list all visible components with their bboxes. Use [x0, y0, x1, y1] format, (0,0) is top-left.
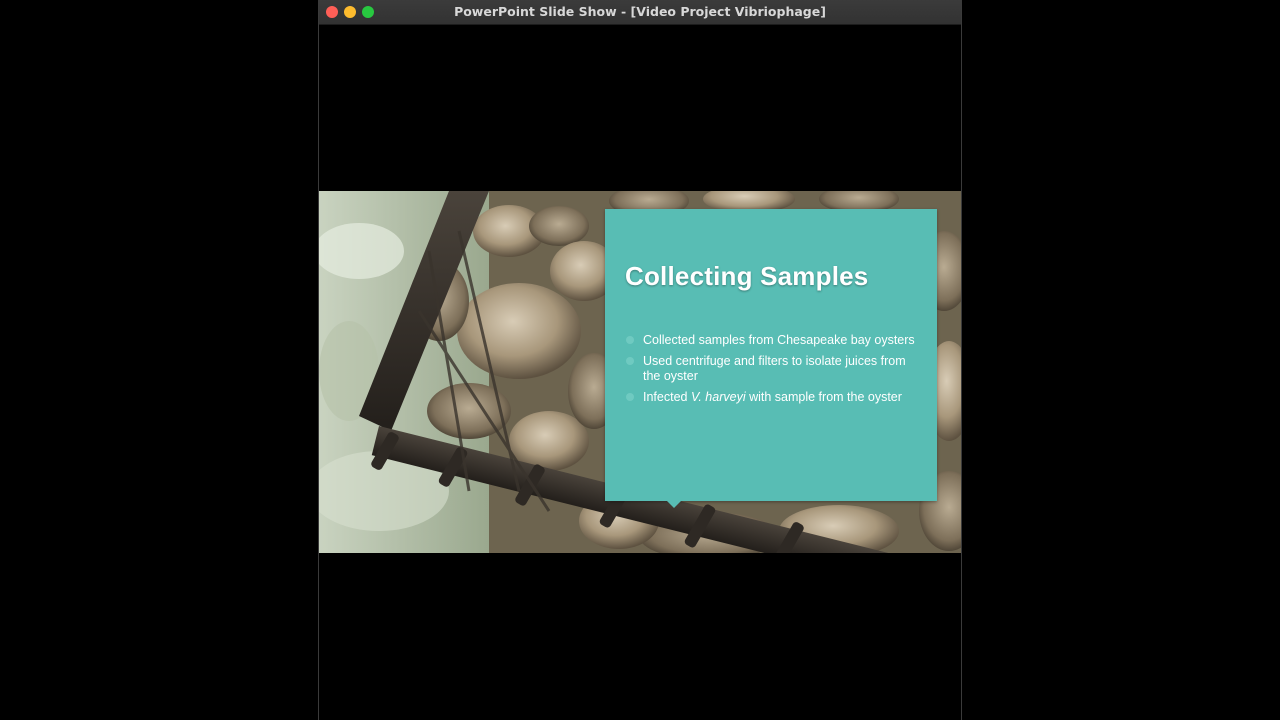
- bullet-text: Collected samples from Chesapeake bay oy…: [643, 333, 915, 347]
- bullet-text-prefix: Infected: [643, 390, 691, 404]
- bullet-icon: [626, 357, 634, 365]
- bullet-item: Infected V. harveyi with sample from the…: [625, 390, 925, 405]
- bullet-icon: [626, 393, 634, 401]
- slideshow-window: PowerPoint Slide Show - [Video Project V…: [319, 0, 961, 720]
- slide[interactable]: Collecting Samples Collected samples fro…: [319, 191, 961, 553]
- bullet-list: Collected samples from Chesapeake bay oy…: [625, 333, 925, 411]
- bullet-icon: [626, 336, 634, 344]
- bullet-item: Collected samples from Chesapeake bay oy…: [625, 333, 925, 348]
- bullet-text: Used centrifuge and filters to isolate j…: [643, 354, 906, 383]
- species-name: V. harveyi: [690, 390, 746, 404]
- bullet-item: Used centrifuge and filters to isolate j…: [625, 354, 925, 384]
- window-title: PowerPoint Slide Show - [Video Project V…: [454, 4, 826, 19]
- title-bar[interactable]: PowerPoint Slide Show - [Video Project V…: [319, 0, 961, 25]
- bullet-text-suffix: with sample from the oyster: [745, 390, 902, 404]
- content-panel: Collecting Samples Collected samples fro…: [605, 209, 937, 508]
- panel-notch: [667, 501, 681, 508]
- slide-title: Collecting Samples: [625, 261, 869, 291]
